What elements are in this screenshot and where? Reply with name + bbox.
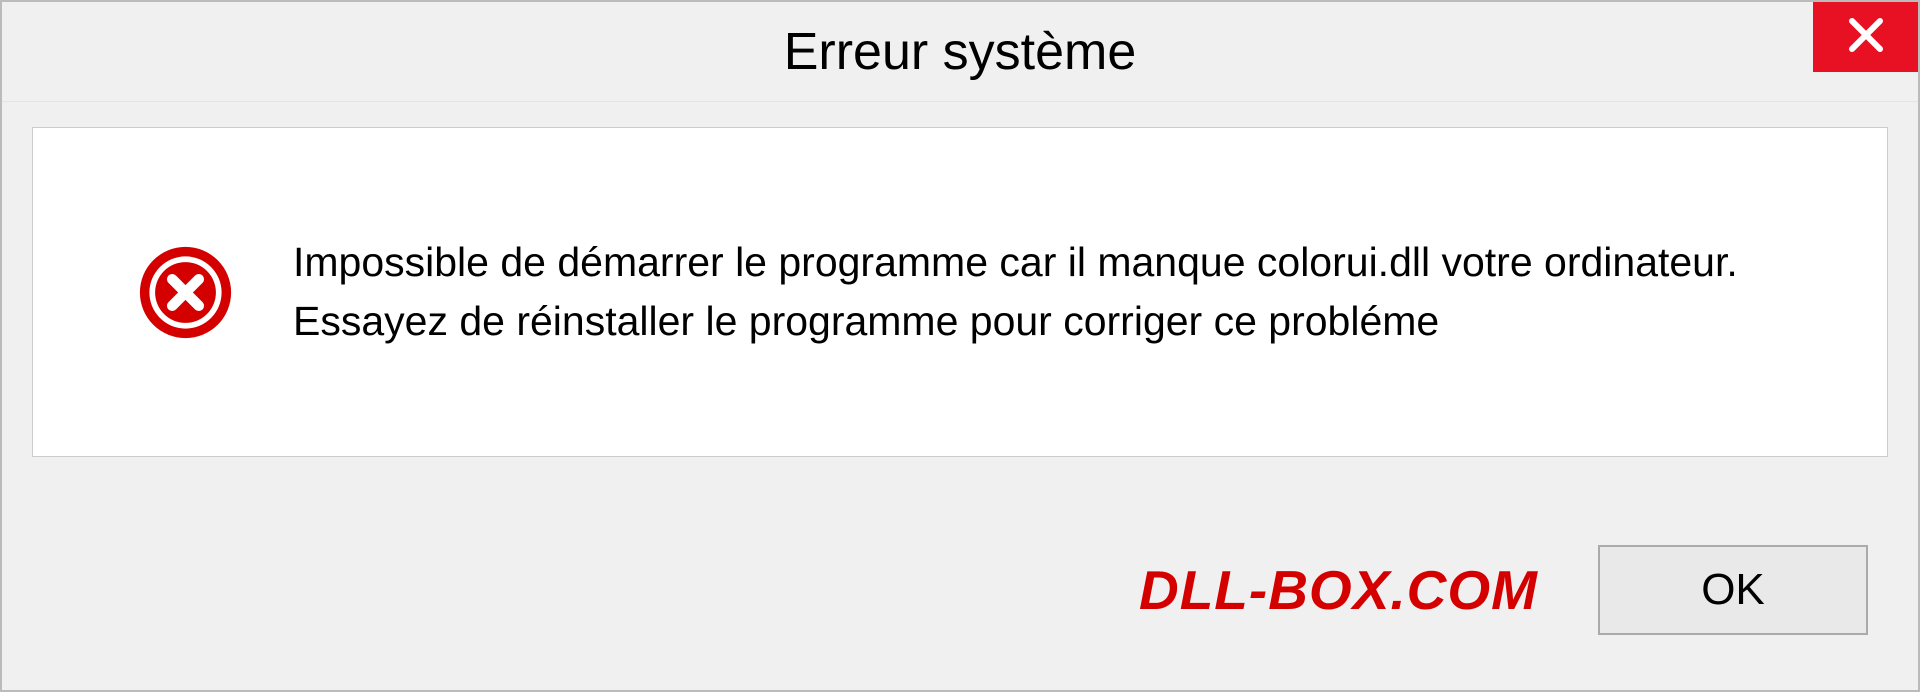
error-dialog: Erreur système Impossible de démarrer le… (0, 0, 1920, 692)
error-message: Impossible de démarrer le programme car … (293, 233, 1807, 352)
dialog-footer: DLL-BOX.COM OK (2, 490, 1918, 690)
ok-button-label: OK (1701, 565, 1765, 615)
error-icon (138, 245, 233, 340)
titlebar: Erreur système (2, 2, 1918, 102)
message-panel: Impossible de démarrer le programme car … (32, 127, 1888, 457)
close-icon (1846, 15, 1886, 60)
watermark-text: DLL-BOX.COM (1139, 558, 1538, 622)
close-button[interactable] (1813, 2, 1918, 72)
dialog-title: Erreur système (784, 22, 1137, 82)
ok-button[interactable]: OK (1598, 545, 1868, 635)
